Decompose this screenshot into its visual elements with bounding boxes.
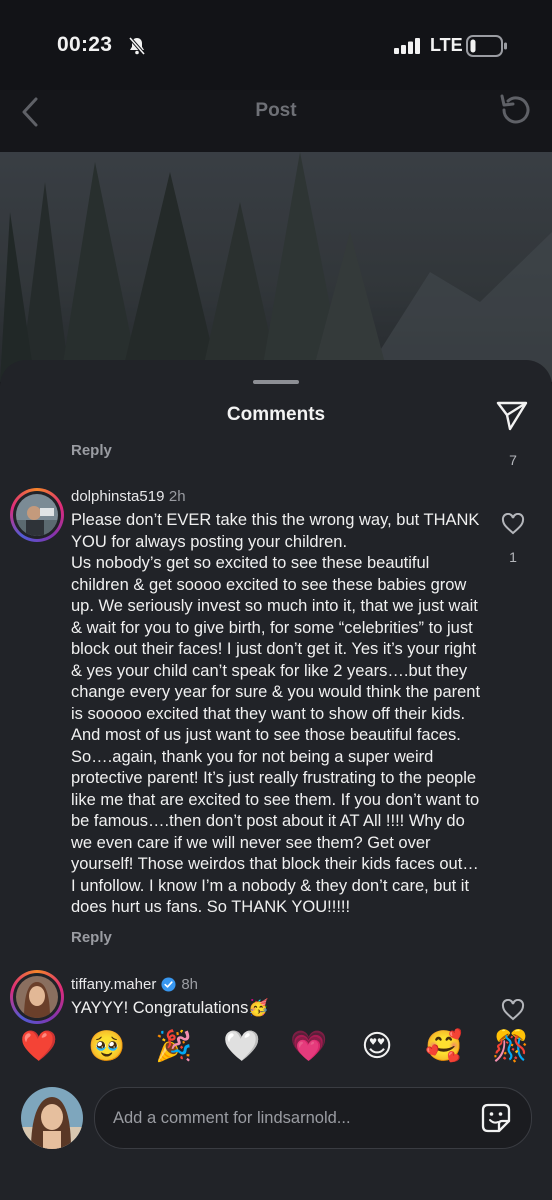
comment-username[interactable]: dolphinsta519	[71, 488, 164, 505]
network-label: LTE	[430, 35, 463, 55]
reaction-smiling-hearts[interactable]: 🥰	[422, 1025, 466, 1069]
reply-button[interactable]: Reply	[71, 929, 112, 946]
comment-input[interactable]	[111, 1102, 465, 1134]
reaction-confetti-ball[interactable]: 🎊	[489, 1025, 533, 1069]
reaction-red-heart[interactable]: ❤️	[17, 1025, 61, 1069]
comment-time: 8h	[181, 976, 199, 993]
status-time: 00:23	[57, 33, 113, 56]
like-button[interactable]	[501, 512, 525, 540]
comment-paragraph: YAYYY! Congratulations🥳	[71, 999, 269, 1017]
like-button[interactable]	[501, 998, 525, 1026]
signal-icon	[394, 38, 422, 59]
comment-header: tiffany.maher 8h	[71, 976, 198, 993]
comment-body: Please don’t EVER take this the wrong wa…	[71, 510, 483, 919]
post-photo	[0, 152, 552, 382]
page-title: Post	[255, 100, 297, 121]
sheet-drag-handle[interactable]	[253, 380, 299, 384]
reaction-white-heart[interactable]: 🤍	[220, 1025, 264, 1069]
heart-icon	[501, 512, 525, 539]
battery-icon	[466, 35, 508, 62]
bell-slash-icon	[127, 36, 147, 61]
avatar	[21, 1087, 83, 1149]
avatar[interactable]	[10, 488, 64, 542]
comments-title: Comments	[226, 404, 326, 425]
reaction-pink-heart[interactable]: 💗	[287, 1025, 331, 1069]
heart-icon	[501, 998, 525, 1025]
comment-paragraph: Please don’t EVER take this the wrong wa…	[71, 511, 480, 551]
sticker-button[interactable]	[479, 1101, 513, 1135]
comment-header: dolphinsta519 2h	[71, 488, 186, 506]
comment-time: 2h	[168, 488, 186, 505]
comment-input-container	[94, 1087, 532, 1149]
comment-body: YAYYY! Congratulations🥳	[71, 998, 483, 1020]
refresh-button[interactable]	[494, 92, 534, 132]
like-count: 1	[509, 549, 517, 565]
like-count: 7	[509, 452, 517, 468]
avatar[interactable]	[10, 970, 64, 1024]
send-icon	[495, 401, 529, 436]
comment-composer	[0, 1080, 552, 1200]
quick-reactions: ❤️ 🥹 🎉 🤍 💗 😍 🥰 🎊	[0, 1025, 552, 1075]
reaction-party-popper[interactable]: 🎉	[152, 1025, 196, 1069]
reply-button[interactable]: Reply	[71, 442, 112, 459]
status-bar: 00:23 LTE	[0, 0, 552, 90]
verified-badge-icon	[161, 977, 176, 992]
comment-username[interactable]: tiffany.maher	[71, 976, 156, 993]
avatar-image	[16, 494, 58, 536]
post-header: Post	[0, 90, 552, 152]
share-button[interactable]	[495, 398, 529, 432]
sticker-icon	[479, 1103, 513, 1139]
reaction-heart-eyes[interactable]: 😍	[355, 1025, 399, 1069]
comment-paragraph: Us nobody’s get so excited to see these …	[71, 554, 481, 916]
refresh-icon	[494, 94, 534, 132]
avatar-image	[16, 976, 58, 1018]
reaction-pleading-face[interactable]: 🥹	[85, 1025, 129, 1069]
